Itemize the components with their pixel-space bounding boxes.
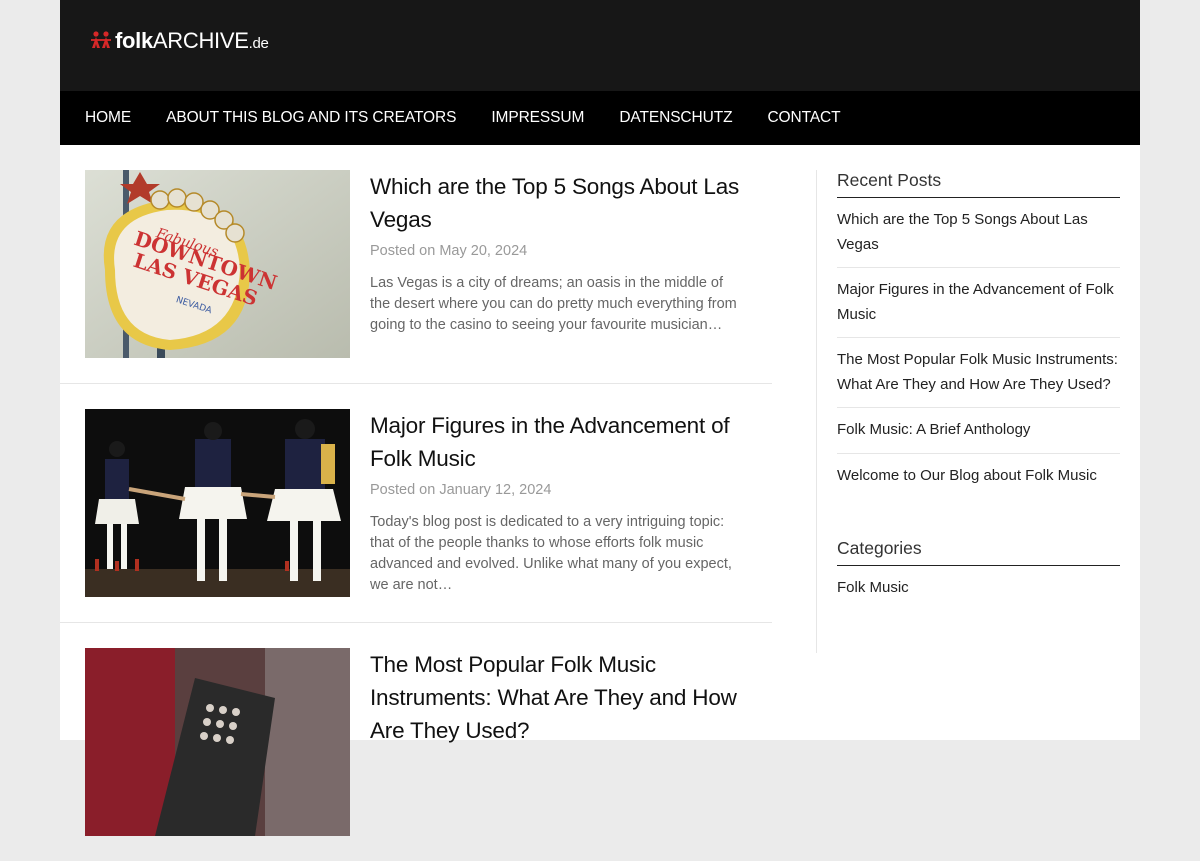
post-item: Major Figures in the Advancement of Folk… (60, 384, 772, 623)
nav-home[interactable]: HOME (85, 109, 131, 127)
nav-contact[interactable]: CONTACT (767, 109, 840, 127)
post-body: Major Figures in the Advancement of Folk… (370, 409, 745, 596)
categories-title: Categories (837, 538, 1120, 566)
accordion-image (85, 648, 350, 836)
post-body: The Most Popular Folk Music Instruments:… (370, 648, 745, 747)
categories-list: Folk Music (837, 566, 1120, 611)
post-list: DOWNTOWN LAS VEGAS Fabulous NEVADA Which… (60, 145, 772, 861)
post-thumbnail-accordion[interactable] (85, 648, 350, 836)
sidebar: Recent Posts Which are the Top 5 Songs A… (816, 170, 1121, 653)
post-item: DOWNTOWN LAS VEGAS Fabulous NEVADA Which… (60, 145, 772, 384)
main-nav: HOME ABOUT THIS BLOG AND ITS CREATORS IM… (60, 91, 1140, 145)
nav-datenschutz[interactable]: DATENSCHUTZ (619, 109, 732, 127)
post-title[interactable]: The Most Popular Folk Music Instruments:… (370, 648, 745, 747)
site-logo[interactable]: folkARCHIVE.de (90, 28, 269, 54)
recent-posts-widget: Recent Posts Which are the Top 5 Songs A… (837, 170, 1120, 498)
recent-post-link[interactable]: The Most Popular Folk Music Instruments:… (837, 338, 1120, 408)
post-title[interactable]: Which are the Top 5 Songs About Las Vega… (370, 170, 745, 236)
site-header: folkARCHIVE.de (60, 0, 1140, 91)
post-thumbnail-las-vegas[interactable]: DOWNTOWN LAS VEGAS Fabulous NEVADA (85, 170, 350, 358)
post-excerpt: Las Vegas is a city of dreams; an oasis … (370, 275, 737, 333)
folk-dancers-image (85, 409, 350, 597)
recent-post-link[interactable]: Which are the Top 5 Songs About Las Vega… (837, 198, 1120, 268)
logo-text: folkARCHIVE.de (115, 28, 269, 53)
post-excerpt: Today's blog post is dedicated to a very… (370, 514, 732, 593)
nav-impressum[interactable]: IMPRESSUM (491, 109, 584, 127)
post-item: The Most Popular Folk Music Instruments:… (60, 623, 772, 861)
post-date: Posted on January 12, 2024 (370, 482, 552, 498)
post-thumbnail-folk-dancers[interactable] (85, 409, 350, 597)
las-vegas-sign-image: DOWNTOWN LAS VEGAS Fabulous NEVADA (85, 170, 350, 358)
nav-about[interactable]: ABOUT THIS BLOG AND ITS CREATORS (166, 109, 456, 127)
recent-post-link[interactable]: Welcome to Our Blog about Folk Music (837, 454, 1120, 499)
category-link[interactable]: Folk Music (837, 566, 1120, 611)
post-title[interactable]: Major Figures in the Advancement of Folk… (370, 409, 745, 475)
post-body: Which are the Top 5 Songs About Las Vega… (370, 170, 745, 336)
site-container: folkARCHIVE.de HOME ABOUT THIS BLOG AND … (60, 0, 1140, 836)
recent-posts-list: Which are the Top 5 Songs About Las Vega… (837, 198, 1120, 498)
recent-posts-title: Recent Posts (837, 170, 1120, 198)
logo-dancers-icon (91, 31, 111, 48)
recent-post-link[interactable]: Major Figures in the Advancement of Folk… (837, 268, 1120, 338)
post-date: Posted on May 20, 2024 (370, 243, 528, 259)
recent-post-link[interactable]: Folk Music: A Brief Anthology (837, 408, 1120, 454)
categories-widget: Categories Folk Music (837, 538, 1120, 611)
